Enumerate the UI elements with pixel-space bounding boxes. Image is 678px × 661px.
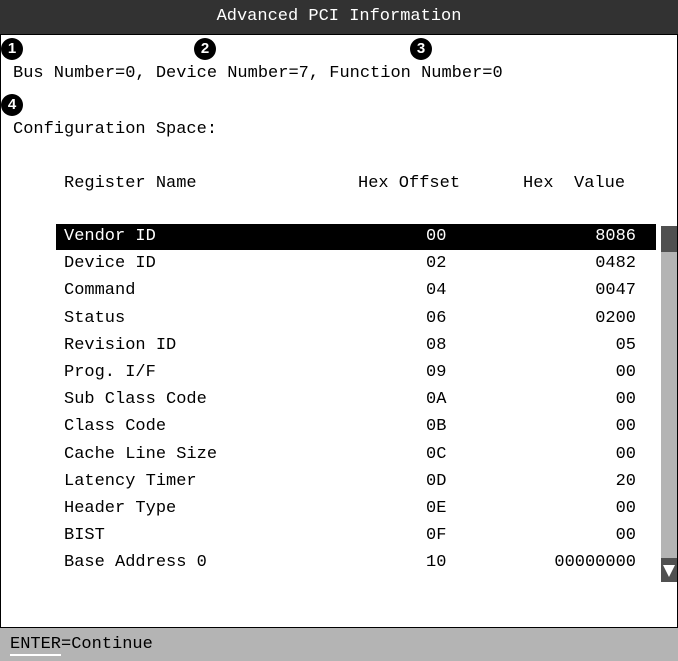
register-name: Header Type (64, 499, 177, 518)
scrollbar-thumb[interactable] (661, 226, 677, 252)
register-value: 00000000 (554, 553, 636, 573)
register-value: 00 (615, 417, 636, 437)
register-row[interactable]: Sub Class Code 0A 00 (56, 387, 656, 413)
register-row[interactable]: BIST 0F 00 (56, 523, 656, 549)
register-value: 00 (615, 444, 636, 464)
register-row[interactable]: Device ID 02 0482 (56, 251, 656, 277)
register-name: Sub Class Code (64, 390, 207, 410)
register-name: Prog. I/F (64, 363, 156, 382)
register-offset: 02 (426, 254, 447, 274)
register-value: 0200 (595, 308, 636, 328)
register-offset: 0E (426, 499, 447, 518)
scroll-down-arrow-icon[interactable] (661, 558, 677, 582)
footer-status-bar: ENTER=Continue (0, 627, 678, 661)
register-offset: 04 (426, 281, 447, 301)
register-row[interactable]: Revision ID 08 05 (56, 333, 656, 359)
register-value: 00 (615, 526, 636, 546)
register-value: 00 (615, 363, 636, 382)
configuration-space-label: Configuration Space: (13, 120, 218, 139)
enter-action-label: =Continue (61, 635, 153, 654)
register-value: 00 (615, 390, 636, 410)
column-header-register-name: Register Name (64, 174, 197, 193)
register-name: Command (64, 281, 136, 301)
register-name: Class Code (64, 417, 167, 437)
callout-2-badge: 2 (194, 38, 216, 60)
column-header-hex-value: Hex Value (523, 174, 626, 193)
register-offset: 06 (426, 308, 447, 328)
register-value: 0047 (595, 281, 636, 301)
register-name: Device ID (64, 254, 156, 274)
register-offset: 10 (426, 553, 447, 573)
register-value: 00 (615, 499, 636, 518)
register-name: Vendor ID (64, 227, 156, 246)
register-row[interactable]: Class Code 0B 00 (56, 414, 656, 440)
register-offset: 09 (426, 363, 447, 382)
bus-device-function-line: Bus Number=0, Device Number=7, Function … (13, 64, 503, 83)
register-row[interactable]: Vendor ID 00 8086 (56, 224, 656, 250)
register-name: BIST (64, 526, 105, 546)
column-header-hex-offset: Hex Offset (358, 174, 461, 193)
callout-4-badge: 4 (1, 94, 23, 116)
register-name: Revision ID (64, 335, 177, 355)
window-title-bar: Advanced PCI Information (0, 0, 678, 35)
scrollbar[interactable] (661, 226, 677, 582)
callout-1-badge: 1 (1, 38, 23, 60)
register-row[interactable]: Latency Timer 0D 20 (56, 469, 656, 495)
register-offset: 00 (426, 227, 447, 246)
register-offset: 08 (426, 335, 447, 355)
register-row[interactable]: Status 06 0200 (56, 306, 656, 332)
register-row[interactable]: Prog. I/F 09 00 (56, 360, 656, 386)
enter-key-hint[interactable]: ENTER (10, 635, 62, 656)
register-offset: 0D (426, 471, 447, 491)
callout-3-badge: 3 (410, 38, 432, 60)
register-value: 8086 (595, 227, 636, 246)
register-offset: 0A (426, 390, 447, 410)
register-row[interactable]: Cache Line Size 0C 00 (56, 442, 656, 468)
register-name: Cache Line Size (64, 444, 218, 464)
register-value: 20 (615, 471, 636, 491)
register-name: Status (64, 308, 126, 328)
register-value: 05 (615, 335, 636, 355)
register-value: 0482 (595, 254, 636, 274)
register-row[interactable]: Base Address 0 10 00000000 (56, 550, 656, 576)
register-offset: 0B (426, 417, 447, 437)
register-offset: 0F (426, 526, 447, 546)
register-name: Latency Timer (64, 471, 197, 491)
register-row[interactable]: Command 04 0047 (56, 278, 656, 304)
register-name: Base Address 0 (64, 553, 207, 573)
register-offset: 0C (426, 444, 447, 464)
window-title: Advanced PCI Information (216, 7, 462, 26)
register-row[interactable]: Header Type 0E 00 (56, 496, 656, 522)
